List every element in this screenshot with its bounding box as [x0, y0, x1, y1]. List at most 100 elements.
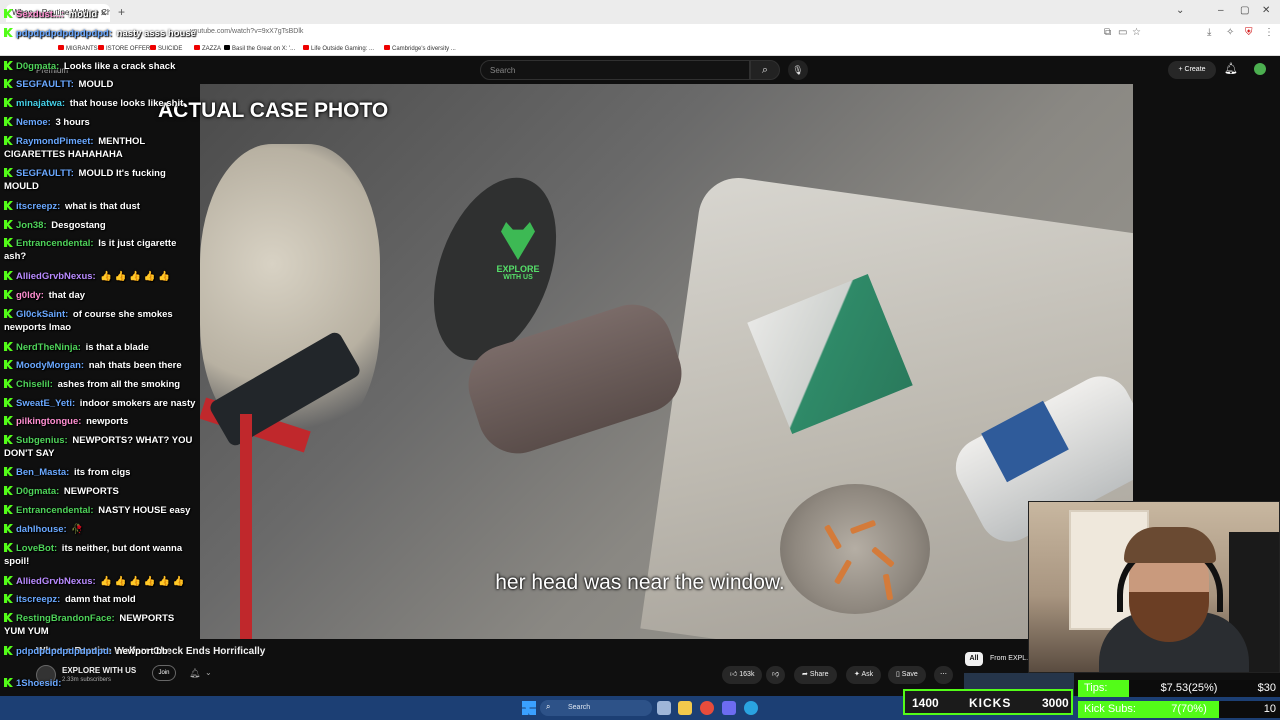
- subs-goal: 10: [1263, 703, 1276, 715]
- discord-icon[interactable]: [722, 701, 736, 715]
- bookmark-item[interactable]: Cambridge's diversity ...: [384, 45, 456, 52]
- menu-dots-icon[interactable]: ⋮: [1264, 27, 1274, 38]
- chat-username[interactable]: SEGFAULTT:: [16, 79, 74, 90]
- close-window-icon[interactable]: ✕: [1262, 5, 1270, 16]
- extension-icon[interactable]: ⧉: [1104, 27, 1111, 38]
- chat-username[interactable]: MoodyMorgan:: [16, 360, 84, 371]
- maximize-icon[interactable]: ▢: [1240, 5, 1249, 16]
- kick-badge-icon: [4, 98, 13, 107]
- kick-badge-icon: [4, 543, 13, 552]
- chat-username[interactable]: 1Shoesid:: [16, 678, 61, 689]
- telegram-icon[interactable]: [744, 701, 758, 715]
- chat-text: indoor smokers are nasty: [77, 398, 196, 409]
- filter-chip-all[interactable]: All: [965, 652, 983, 666]
- bookmark-star-icon[interactable]: ☆: [1132, 27, 1141, 38]
- chrome-icon[interactable]: [700, 701, 714, 715]
- like-button[interactable]: 👍︎ 163k: [722, 666, 763, 684]
- chat-message: Ben_Masta: its from cigs: [4, 466, 196, 479]
- bookmark-item[interactable]: Basil the Great on X: '...: [224, 45, 295, 52]
- kick-badge-icon: [4, 646, 13, 655]
- share-label: Share: [809, 671, 829, 678]
- chat-username[interactable]: RaymondPimeet:: [16, 136, 94, 147]
- chat-username[interactable]: AlliedGrvbNexus:: [16, 271, 96, 282]
- minimize-icon[interactable]: –: [1218, 5, 1224, 16]
- chat-username[interactable]: Chiselil:: [16, 379, 53, 390]
- bookmark-item[interactable]: Life Outside Gaming: ...: [303, 45, 374, 52]
- chat-message: RestingBrandonFace: NEWPORTS YUM YUM: [4, 612, 196, 638]
- extensions-puzzle-icon[interactable]: ✧: [1226, 27, 1234, 38]
- chat-message: minajatwa: that house looks like shit: [4, 97, 196, 110]
- like-count: 163k: [739, 671, 755, 678]
- shield-icon[interactable]: ⛨: [1245, 27, 1253, 38]
- chat-text: that day: [45, 290, 86, 301]
- download-icon[interactable]: ⤓: [1207, 27, 1211, 38]
- share-button[interactable]: ➦ Share: [794, 666, 837, 684]
- chat-text: Desgostang: [48, 220, 106, 231]
- chat-username[interactable]: Nemoe:: [16, 117, 51, 128]
- cast-icon[interactable]: ▭: [1118, 27, 1127, 38]
- wolf-icon: [501, 222, 535, 260]
- chat-username[interactable]: pdpdpdpdpdpdpdpd:: [16, 646, 112, 657]
- chat-username[interactable]: Sexdust...:: [16, 9, 64, 20]
- chat-message: D0gmata: Looks like a crack shack: [4, 60, 196, 73]
- video-player[interactable]: EXPLORE WITH US: [200, 84, 1133, 639]
- chat-username[interactable]: D0gmata:: [16, 486, 59, 497]
- kick-badge-icon: [4, 238, 13, 247]
- kick-badge-icon: [4, 342, 13, 351]
- chat-username[interactable]: Gl0ckSaint:: [16, 309, 68, 320]
- chat-text: 👍 👍 👍 👍 👍 👍: [97, 576, 185, 587]
- chat-username[interactable]: Entrancendental:: [16, 238, 94, 249]
- chat-username[interactable]: RestingBrandonFace:: [16, 613, 115, 624]
- chat-message: Chiselil: ashes from all the smoking: [4, 378, 196, 391]
- search-icon[interactable]: ⌕: [750, 60, 780, 80]
- share-icon: ➦: [802, 671, 810, 678]
- kick-badge-icon: [4, 416, 13, 425]
- chat-message: itscreepz: what is that dust: [4, 200, 196, 213]
- chat-message: Entrancendental: NASTY HOUSE easy: [4, 504, 196, 517]
- chat-username[interactable]: minajatwa:: [16, 98, 65, 109]
- task-view-icon[interactable]: [657, 701, 671, 715]
- more-actions-button[interactable]: ⋯: [934, 666, 953, 684]
- create-button[interactable]: + Create: [1168, 61, 1216, 79]
- tab-list-icon[interactable]: ⌄: [1176, 5, 1184, 16]
- chat-username[interactable]: itscreepz:: [16, 201, 60, 212]
- file-explorer-icon[interactable]: [678, 701, 692, 715]
- search-input[interactable]: Search: [480, 60, 750, 80]
- chat-username[interactable]: dahlhouse:: [16, 524, 67, 535]
- chat-username[interactable]: SEGFAULTT:: [16, 168, 74, 179]
- chat-message: Entrancendental: Is it just cigarette as…: [4, 237, 196, 263]
- chat-username[interactable]: Jon38:: [16, 220, 47, 231]
- watermark-line-1: EXPLORE: [496, 264, 540, 274]
- chat-username[interactable]: pdpdpdpdpdpdpdpd:: [16, 28, 112, 39]
- kick-badge-icon: [4, 290, 13, 299]
- chat-username[interactable]: pilkingtongue:: [16, 416, 81, 427]
- chat-username[interactable]: g0ldy:: [16, 290, 44, 301]
- account-avatar[interactable]: [1254, 63, 1266, 75]
- tips-value: $7.53(25%): [1160, 682, 1218, 694]
- notifications-bell-icon[interactable]: 🔔︎: [1224, 62, 1238, 75]
- save-button[interactable]: ▯ Save: [888, 666, 926, 684]
- ask-label: Ask: [861, 671, 874, 678]
- chat-text: ashes from all the smoking: [54, 379, 181, 390]
- chat-username[interactable]: SweatE_Yeti:: [16, 398, 75, 409]
- chat-username[interactable]: LoveBot:: [16, 543, 57, 554]
- chat-username[interactable]: D0gmata:: [16, 61, 59, 72]
- chat-username[interactable]: Ben_Masta:: [16, 467, 69, 478]
- filter-chip-from-channel[interactable]: From EXPL...: [990, 655, 1032, 662]
- dislike-button[interactable]: 👎︎: [766, 666, 786, 684]
- microphone-icon[interactable]: 🎙: [788, 60, 808, 80]
- chevron-down-icon[interactable]: ⌄: [205, 668, 212, 677]
- thumbs-up-icon: 👍︎: [730, 671, 740, 678]
- watermark-line-2: WITH US: [503, 274, 533, 281]
- chat-username[interactable]: Subgenius:: [16, 435, 68, 446]
- chat-username[interactable]: AlliedGrvbNexus:: [16, 576, 96, 587]
- chat-username[interactable]: itscreepz:: [16, 594, 60, 605]
- chat-username[interactable]: NerdTheNinja:: [16, 342, 81, 353]
- taskbar-search-input[interactable]: Search: [540, 700, 652, 716]
- kicks-goal: 3000: [1042, 696, 1069, 710]
- chat-text: newport bb: [114, 646, 168, 657]
- ask-button[interactable]: ✦ Ask: [846, 666, 882, 684]
- chat-username[interactable]: Entrancendental:: [16, 505, 94, 516]
- url-text[interactable]: youtube.com/watch?v=9xX7gTsBDlk: [190, 28, 303, 35]
- chat-message: AlliedGrvbNexus: 👍 👍 👍 👍 👍: [4, 270, 196, 283]
